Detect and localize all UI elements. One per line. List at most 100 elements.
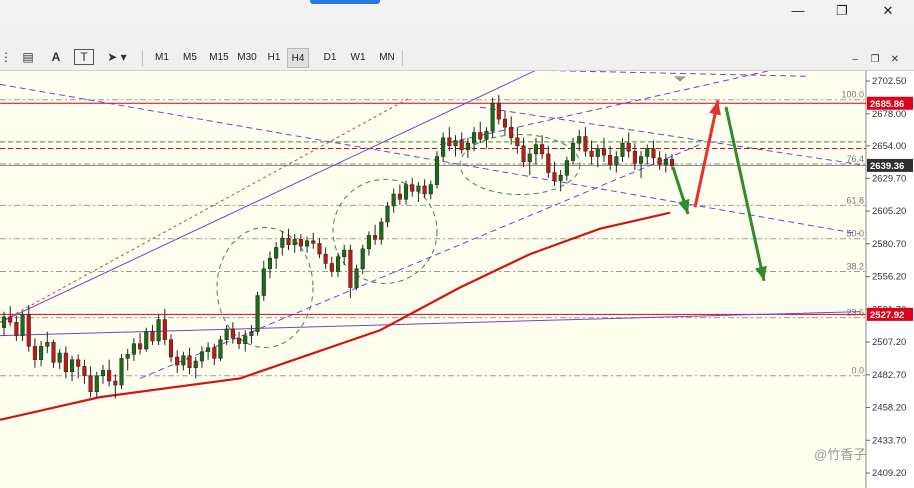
candle bbox=[558, 175, 563, 181]
candle bbox=[373, 235, 378, 240]
candle bbox=[595, 148, 600, 157]
candle bbox=[305, 240, 310, 247]
candle bbox=[540, 144, 545, 155]
candle bbox=[509, 126, 514, 139]
candle bbox=[311, 240, 316, 244]
y-tick-label: 2580.70 bbox=[872, 239, 906, 250]
grid-tool-icon[interactable]: ▤ bbox=[18, 46, 38, 68]
candle bbox=[69, 359, 75, 372]
candle bbox=[206, 347, 211, 352]
timeframe-m1-button[interactable]: M1 bbox=[148, 48, 176, 68]
candle bbox=[187, 355, 192, 368]
candle bbox=[521, 145, 526, 163]
timeframe-m5-button[interactable]: M5 bbox=[176, 48, 204, 68]
candle bbox=[657, 157, 662, 165]
candle bbox=[335, 256, 341, 272]
y-tick-label: 2605.20 bbox=[872, 206, 906, 217]
candle bbox=[403, 184, 409, 200]
window-titlebar: — ❐ ✕ bbox=[0, 0, 914, 24]
candle bbox=[267, 257, 273, 270]
candle bbox=[614, 156, 619, 165]
price-chart[interactable]: 100.0 76.4 61.8 50.0 38.2 23.6 0.0 2702.50 2678.… bbox=[0, 71, 914, 488]
arrows-dropdown-icon[interactable]: ➤ ▾ bbox=[102, 46, 132, 68]
candle bbox=[119, 358, 124, 386]
candle bbox=[193, 360, 198, 368]
candle bbox=[181, 355, 186, 366]
candle bbox=[20, 314, 25, 336]
candle bbox=[243, 335, 248, 344]
candle bbox=[8, 316, 13, 323]
candle bbox=[577, 136, 582, 144]
minimize-icon[interactable]: — bbox=[788, 2, 808, 20]
textbox-tool-button[interactable]: T bbox=[74, 49, 94, 65]
chart-restore-icon[interactable]: ❐ bbox=[866, 53, 884, 67]
candle bbox=[138, 343, 143, 350]
candle bbox=[608, 154, 613, 165]
candle bbox=[620, 142, 625, 157]
chart-close-icon[interactable]: ✕ bbox=[886, 53, 904, 67]
candle bbox=[317, 243, 322, 255]
timeframe-h1-button[interactable]: H1 bbox=[261, 48, 287, 68]
candle bbox=[100, 370, 106, 376]
candle bbox=[286, 237, 291, 245]
candle bbox=[379, 221, 384, 240]
price-label-text: 2527.92 bbox=[870, 310, 904, 321]
y-tick-label: 2507.20 bbox=[872, 337, 906, 348]
candle bbox=[428, 184, 433, 195]
candle bbox=[639, 156, 644, 164]
candle bbox=[249, 331, 254, 336]
candle bbox=[131, 343, 136, 355]
timeframe-d1-button[interactable]: D1 bbox=[317, 48, 343, 68]
active-window-tab[interactable] bbox=[310, 0, 380, 4]
candle bbox=[453, 140, 458, 147]
y-tick-label: 2678.00 bbox=[872, 109, 906, 120]
candle bbox=[552, 172, 557, 181]
candle bbox=[199, 351, 204, 362]
candle bbox=[360, 248, 365, 270]
fib-level-label: 50.0 bbox=[846, 229, 864, 239]
candle bbox=[410, 184, 415, 192]
text-tool-button[interactable]: A bbox=[46, 46, 66, 68]
y-tick-label: 2458.20 bbox=[872, 403, 906, 414]
close-icon[interactable]: ✕ bbox=[878, 2, 898, 20]
candle bbox=[125, 354, 130, 359]
maximize-icon[interactable]: ❐ bbox=[832, 2, 852, 20]
toolbar-separator bbox=[402, 50, 403, 66]
candle bbox=[218, 339, 223, 359]
y-tick-label: 2433.70 bbox=[872, 435, 906, 446]
timeframe-h4-button[interactable]: H4 bbox=[287, 48, 309, 68]
chart-toolbar: ⋮ ▤ A T ➤ ▾ M1M5M15M30H1H4D1W1MN – ❐ ✕ ⚲… bbox=[0, 24, 914, 89]
candle bbox=[162, 319, 167, 340]
candle bbox=[583, 136, 588, 152]
timeframe-w1-button[interactable]: W1 bbox=[344, 48, 372, 68]
price-label-text: 2639.36 bbox=[870, 161, 904, 172]
y-tick-label: 2482.70 bbox=[872, 370, 906, 381]
candle bbox=[224, 328, 229, 340]
cursor-tool-icon[interactable]: ⋮ bbox=[0, 46, 12, 68]
candle bbox=[502, 118, 508, 128]
fib-level-label: 76.4 bbox=[846, 154, 864, 164]
candle bbox=[45, 342, 50, 347]
timeframe-mn-button[interactable]: MN bbox=[372, 48, 402, 68]
timeframe-m30-button[interactable]: M30 bbox=[231, 48, 263, 68]
candle bbox=[354, 268, 359, 288]
candle bbox=[447, 137, 452, 147]
fib-level-label: 100.0 bbox=[841, 90, 864, 100]
candle bbox=[280, 237, 285, 248]
y-tick-label: 2409.20 bbox=[872, 468, 906, 479]
chart-minimize-icon[interactable]: – bbox=[846, 53, 864, 67]
candle bbox=[342, 249, 347, 258]
candle bbox=[391, 193, 396, 207]
candle bbox=[366, 235, 371, 250]
candle bbox=[88, 375, 93, 393]
candle bbox=[434, 156, 440, 185]
fib-level-label: 61.8 bbox=[846, 195, 864, 205]
candle bbox=[57, 352, 62, 363]
y-tick-label: 2702.50 bbox=[872, 76, 906, 87]
candle bbox=[156, 319, 161, 342]
candle bbox=[663, 158, 668, 165]
candle bbox=[63, 352, 68, 372]
candle bbox=[441, 137, 446, 157]
price-label-text: 2685.86 bbox=[870, 99, 904, 110]
candle bbox=[601, 148, 607, 156]
